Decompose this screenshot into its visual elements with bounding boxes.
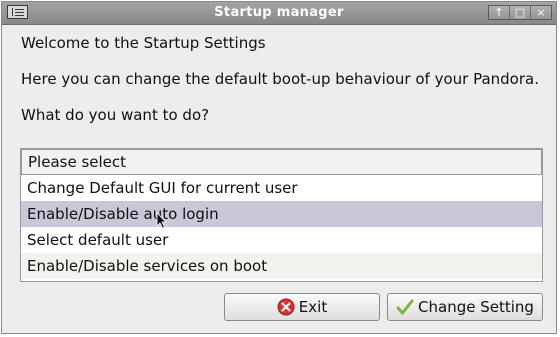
checkmark-icon bbox=[396, 299, 414, 315]
change-setting-button[interactable]: Change Setting bbox=[387, 293, 543, 321]
startup-manager-window: Startup manager ↑ □ × Welcome to the Sta… bbox=[1, 1, 557, 334]
close-button[interactable]: × bbox=[531, 6, 551, 19]
options-list[interactable]: Please select Change Default GUI for cur… bbox=[20, 148, 543, 282]
window-title: Startup manager bbox=[214, 5, 344, 20]
shade-button[interactable]: ↑ bbox=[489, 6, 510, 19]
window-controls: ↑ □ × bbox=[488, 5, 552, 20]
exit-button[interactable]: Exit bbox=[224, 293, 380, 321]
maximize-button[interactable]: □ bbox=[510, 6, 531, 19]
list-item-auto-login[interactable]: Enable/Disable auto login bbox=[21, 201, 542, 227]
change-setting-button-label: Change Setting bbox=[418, 298, 534, 316]
question-text: What do you want to do? bbox=[21, 106, 210, 124]
title-bar[interactable]: Startup manager ↑ □ × bbox=[2, 2, 556, 25]
x-circle-icon bbox=[277, 298, 295, 316]
list-item-change-default-gui[interactable]: Change Default GUI for current user bbox=[21, 175, 542, 201]
exit-button-label: Exit bbox=[298, 298, 328, 316]
welcome-text: Welcome to the Startup Settings bbox=[21, 34, 266, 52]
mouse-pointer-icon bbox=[156, 212, 167, 229]
list-item-services-on-boot[interactable]: Enable/Disable services on boot bbox=[21, 253, 542, 279]
description-text: Here you can change the default boot-up … bbox=[21, 70, 539, 88]
list-item-default-user[interactable]: Select default user bbox=[21, 227, 542, 253]
list-item-please-select[interactable]: Please select bbox=[21, 149, 542, 175]
